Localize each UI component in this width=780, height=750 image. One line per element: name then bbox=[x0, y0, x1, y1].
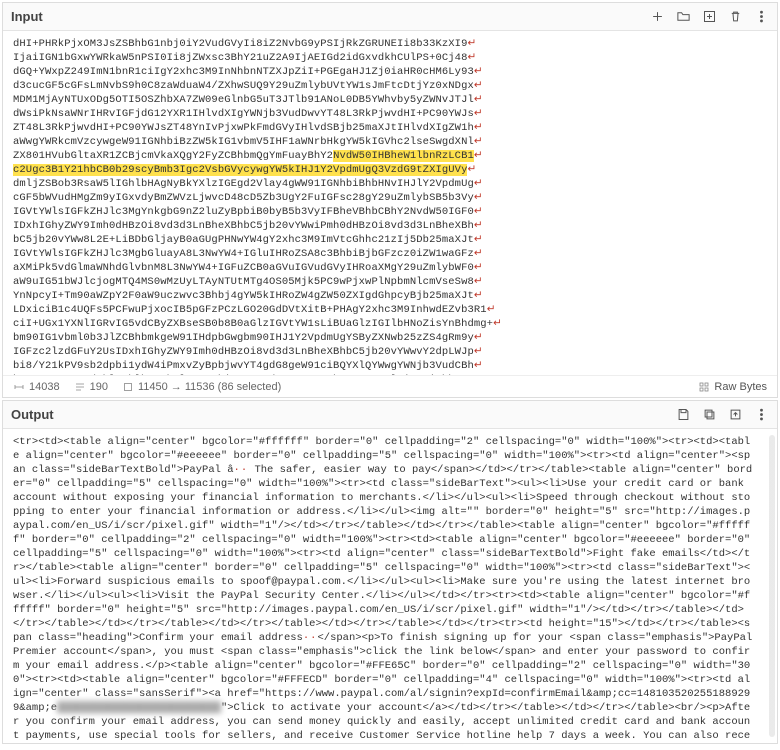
length-icon bbox=[13, 381, 25, 393]
input-text-content[interactable]: dHI+PHRkPjxOM3JsZSBhbG1nbj0iY2VudGVyIi8i… bbox=[13, 37, 767, 375]
trash-icon[interactable] bbox=[727, 9, 743, 25]
output-toolbar bbox=[675, 407, 769, 423]
input-body[interactable]: dHI+PHRkPjxOM3JsZSBhbG1nbj0iY2VudGVyIi8i… bbox=[3, 31, 777, 375]
lines-value: 190 bbox=[90, 381, 108, 393]
input-pane: Input dHI+PHRkPjxOM3JsZSBhbG1nbj0iY2VudG… bbox=[2, 2, 778, 398]
input-title: Input bbox=[11, 9, 43, 24]
selection-icon bbox=[122, 381, 134, 393]
length-value: 14038 bbox=[29, 381, 60, 393]
scrollbar[interactable] bbox=[769, 435, 775, 737]
length-indicator: 14038 bbox=[13, 381, 60, 393]
save-icon[interactable] bbox=[675, 407, 691, 423]
lines-indicator: 190 bbox=[74, 381, 108, 393]
import-icon[interactable] bbox=[701, 9, 717, 25]
input-statusbar: 14038 190 11450 → 11536 (86 selected) Ra… bbox=[3, 375, 777, 397]
raw-bytes-label: Raw Bytes bbox=[714, 381, 767, 393]
lines-icon bbox=[74, 381, 86, 393]
folder-icon[interactable] bbox=[675, 9, 691, 25]
more-icon[interactable] bbox=[753, 407, 769, 423]
export-icon[interactable] bbox=[727, 407, 743, 423]
output-text-content[interactable]: <tr><td><table align="center" bgcolor="#… bbox=[13, 435, 767, 743]
output-title: Output bbox=[11, 407, 54, 422]
output-header: Output bbox=[3, 401, 777, 429]
plus-icon[interactable] bbox=[649, 9, 665, 25]
selection-indicator: 11450 → 11536 (86 selected) bbox=[122, 381, 281, 393]
bytes-icon bbox=[698, 381, 710, 393]
selection-value: 11450 → 11536 (86 selected) bbox=[138, 381, 281, 393]
output-pane: Output <tr><td><table align="center" bgc… bbox=[2, 400, 778, 744]
input-toolbar bbox=[649, 9, 769, 25]
more-icon[interactable] bbox=[753, 9, 769, 25]
input-header: Input bbox=[3, 3, 777, 31]
raw-bytes-toggle[interactable]: Raw Bytes bbox=[698, 381, 767, 393]
copy-icon[interactable] bbox=[701, 407, 717, 423]
output-body[interactable]: <tr><td><table align="center" bgcolor="#… bbox=[3, 429, 777, 743]
